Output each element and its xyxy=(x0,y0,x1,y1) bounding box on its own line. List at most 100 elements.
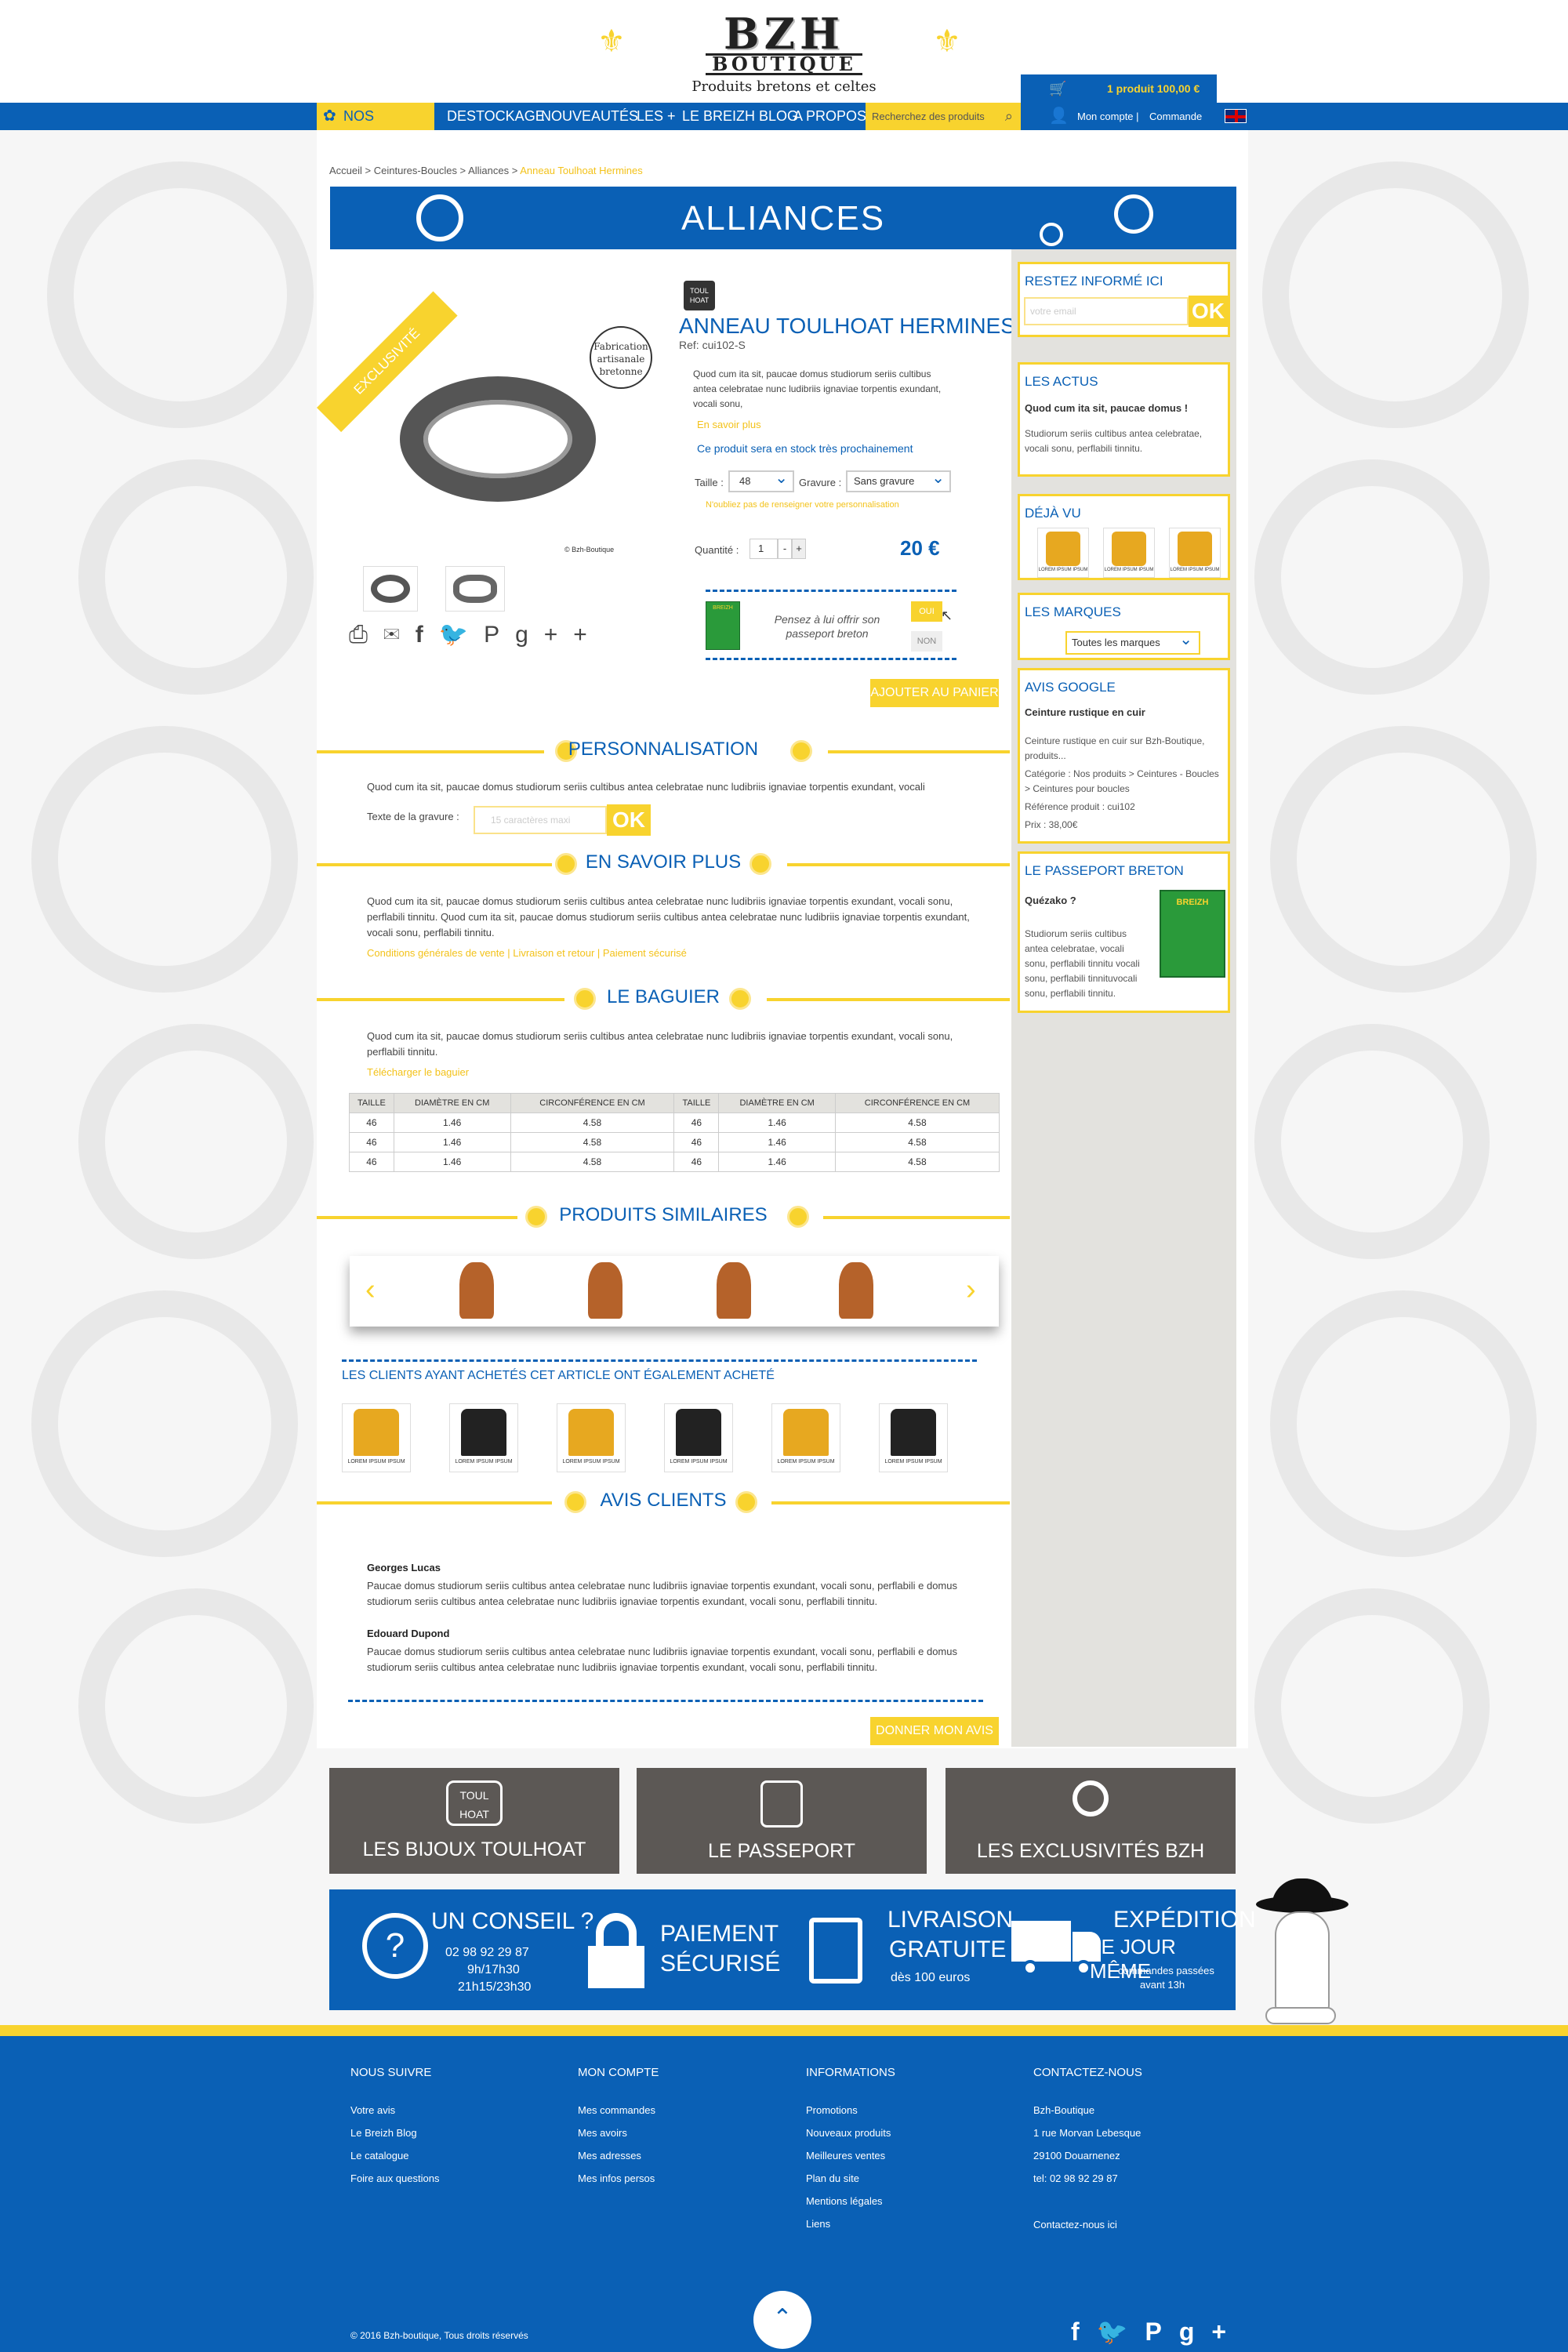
quantity-minus-button[interactable]: - xyxy=(778,539,792,559)
footer-address: Bzh-Boutique xyxy=(1033,2104,1095,2116)
conseil-title: UN CONSEIL ? xyxy=(431,1908,594,1934)
chevron-left-icon[interactable]: ‹ xyxy=(365,1273,376,1307)
thumbnail-1[interactable] xyxy=(363,566,418,612)
more-link[interactable]: En savoir plus xyxy=(697,419,761,430)
product-thumb-belt[interactable] xyxy=(717,1262,751,1319)
footer-col-title: NOUS SUIVRE xyxy=(350,2066,432,2079)
breadcrumb-alliances[interactable]: Alliances > xyxy=(468,165,520,176)
conseil-phone[interactable]: 02 98 92 29 87 xyxy=(445,1946,529,1960)
quantity-input[interactable]: 1 xyxy=(750,539,778,559)
section-personnalisation: PERSONNALISATION xyxy=(317,735,1010,767)
footer-link[interactable]: Le catalogue xyxy=(350,2150,439,2161)
quantity-plus-button[interactable]: + xyxy=(792,539,806,559)
engraving-ok-button[interactable]: OK xyxy=(607,804,651,836)
facebook-icon[interactable]: f xyxy=(1071,2318,1097,2346)
nav-destockage[interactable]: DESTOCKAGE xyxy=(447,103,545,130)
site-logo[interactable]: BZH BOUTIQUE Produits bretons et celtes xyxy=(651,13,917,95)
section-en-savoir-plus: EN SAVOIR PLUS xyxy=(317,848,1010,880)
footer-link[interactable]: Plan du site xyxy=(806,2172,895,2184)
pinterest-icon[interactable]: P xyxy=(1145,2318,1179,2346)
my-account-link[interactable]: Mon compte | xyxy=(1077,103,1139,130)
breadcrumb-ceintures[interactable]: Ceintures-Boucles > xyxy=(374,165,468,176)
oui-button[interactable]: OUI xyxy=(911,601,942,622)
newsletter-title: RESTEZ INFORMÉ ICI xyxy=(1025,274,1163,289)
newsletter-ok-button[interactable]: OK xyxy=(1189,296,1228,327)
google-plus-icon[interactable]: g+ xyxy=(1179,2318,1243,2346)
cart-summary[interactable]: 🛒 1 produit 100,00 € xyxy=(1021,74,1217,103)
engraving-select[interactable]: Sans gravure ⌄ xyxy=(846,470,951,492)
brand-select[interactable]: Toutes les marques ⌄ xyxy=(1065,631,1200,655)
chevron-right-icon[interactable]: › xyxy=(966,1273,976,1307)
account-icon[interactable]: 👤 xyxy=(1049,103,1069,130)
footer-link[interactable]: Meilleures ventes xyxy=(806,2150,895,2161)
donner-mon-avis-button[interactable]: DONNER MON AVIS xyxy=(870,1717,999,1745)
non-button[interactable]: NON xyxy=(911,631,942,652)
also-bought-product[interactable]: LOREM IPSUM IPSUM xyxy=(664,1403,733,1472)
thumbnail-2[interactable] xyxy=(445,566,505,612)
pinterest-icon[interactable]: P xyxy=(484,622,515,648)
also-bought-product[interactable]: LOREM IPSUM IPSUM xyxy=(342,1403,411,1472)
download-baguier-link[interactable]: Télécharger le baguier xyxy=(367,1066,469,1078)
footer-link[interactable]: Nouveaux produits xyxy=(806,2127,895,2139)
also-bought-product[interactable]: LOREM IPSUM IPSUM xyxy=(771,1403,840,1472)
reviewer-name: Edouard Dupond xyxy=(367,1628,450,1639)
product-thumb-belt[interactable] xyxy=(459,1262,494,1319)
nav-nouveautes[interactable]: NOUVEAUTÉS xyxy=(541,103,638,130)
passeport-title: LE PASSEPORT BRETON xyxy=(1025,863,1184,878)
savoir-text: Quod cum ita sit, paucae domus studiorum… xyxy=(367,895,970,938)
tile-exclusivites[interactable]: LES EXCLUSIVITÉS BZH xyxy=(946,1768,1236,1874)
nav-les-plus[interactable]: LES + xyxy=(637,103,676,130)
email-icon[interactable]: ✉ xyxy=(383,622,416,648)
footer-link[interactable]: Promotions xyxy=(806,2104,895,2116)
footer-link[interactable]: Mes avoirs xyxy=(578,2127,659,2139)
facebook-icon[interactable]: f xyxy=(416,622,439,648)
recently-viewed-product[interactable]: LOREM IPSUM IPSUM xyxy=(1037,528,1089,578)
recently-viewed-product[interactable]: LOREM IPSUM IPSUM xyxy=(1169,528,1221,578)
table-cell: 4.58 xyxy=(510,1152,675,1172)
add-to-cart-button[interactable]: AJOUTER AU PANIER xyxy=(870,679,999,707)
also-bought-product[interactable]: LOREM IPSUM IPSUM xyxy=(879,1403,948,1472)
email-input[interactable]: votre email xyxy=(1024,297,1189,325)
uk-flag-icon[interactable] xyxy=(1225,109,1247,123)
tile-bijoux-toulhoat[interactable]: TOUL HOAT LES BIJOUX TOULHOAT xyxy=(329,1768,619,1874)
footer-link[interactable]: Foire aux questions xyxy=(350,2172,439,2184)
passport-offer-box: BREIZH Pensez à lui offrir son passeport… xyxy=(706,590,956,660)
order-link[interactable]: Commande xyxy=(1149,103,1202,130)
search-icon[interactable]: ⌕ xyxy=(1005,103,1013,130)
back-to-top-button[interactable]: ⌃ xyxy=(753,2291,811,2349)
column-header: DIAMÈTRE EN CM xyxy=(718,1093,836,1113)
google-line: Ceinture rustique en cuir sur Bzh-Boutiq… xyxy=(1025,735,1205,761)
deja-vu-box: DÉJÀ VU LOREM IPSUM IPSUM LOREM IPSUM IPS… xyxy=(1018,494,1230,580)
footer-link[interactable]: Contactez-nous ici xyxy=(1033,2219,1142,2230)
breadcrumb-home[interactable]: Accueil > xyxy=(329,165,374,176)
footer-link[interactable]: Mes commandes xyxy=(578,2104,659,2116)
size-select[interactable]: 48 ⌄ xyxy=(728,470,794,492)
legal-links[interactable]: Conditions générales de vente | Livraiso… xyxy=(367,947,687,959)
product-thumb-belt[interactable] xyxy=(839,1262,873,1319)
print-icon[interactable]: ⎙ xyxy=(349,622,383,648)
tile-passeport[interactable]: LE PASSEPORT xyxy=(637,1768,927,1874)
google-plus-icon[interactable]: g+ xyxy=(515,622,573,648)
twitter-icon[interactable]: 🐦 xyxy=(1097,2318,1145,2346)
footer-link[interactable]: Votre avis xyxy=(350,2104,439,2116)
footer-link[interactable]: Liens xyxy=(806,2218,895,2230)
also-bought-product[interactable]: LOREM IPSUM IPSUM xyxy=(557,1403,626,1472)
actus-headline[interactable]: Quod cum ita sit, paucae domus ! xyxy=(1020,399,1228,417)
plus-icon[interactable]: + xyxy=(573,622,603,648)
stock-status: Ce produit sera en stock très prochainem… xyxy=(697,442,913,455)
nav-breizh-blog[interactable]: LE BREIZH BLOG xyxy=(682,103,798,130)
footer-link[interactable]: Mes infos persos xyxy=(578,2172,659,2184)
footer-link[interactable]: Mes adresses xyxy=(578,2150,659,2161)
also-bought-product[interactable]: LOREM IPSUM IPSUM xyxy=(449,1403,518,1472)
section-title: PERSONNALISATION xyxy=(568,739,759,760)
product-main-image[interactable]: © Bzh-Boutique xyxy=(368,329,627,557)
recently-viewed-product[interactable]: LOREM IPSUM IPSUM xyxy=(1103,528,1155,578)
engraving-text-input[interactable]: 15 caractères maxi xyxy=(474,806,607,834)
product-thumb-belt[interactable] xyxy=(588,1262,622,1319)
footer-link[interactable]: Mentions légales xyxy=(806,2195,895,2207)
nav-a-propos[interactable]: A PROPOS xyxy=(793,103,866,130)
search-input[interactable]: Recherchez des produits ⌕ xyxy=(866,103,1021,130)
nav-nos-produits[interactable]: ✿ NOS PRODUITS xyxy=(317,103,434,151)
twitter-icon[interactable]: 🐦 xyxy=(439,622,484,648)
footer-link[interactable]: Le Breizh Blog xyxy=(350,2127,439,2139)
